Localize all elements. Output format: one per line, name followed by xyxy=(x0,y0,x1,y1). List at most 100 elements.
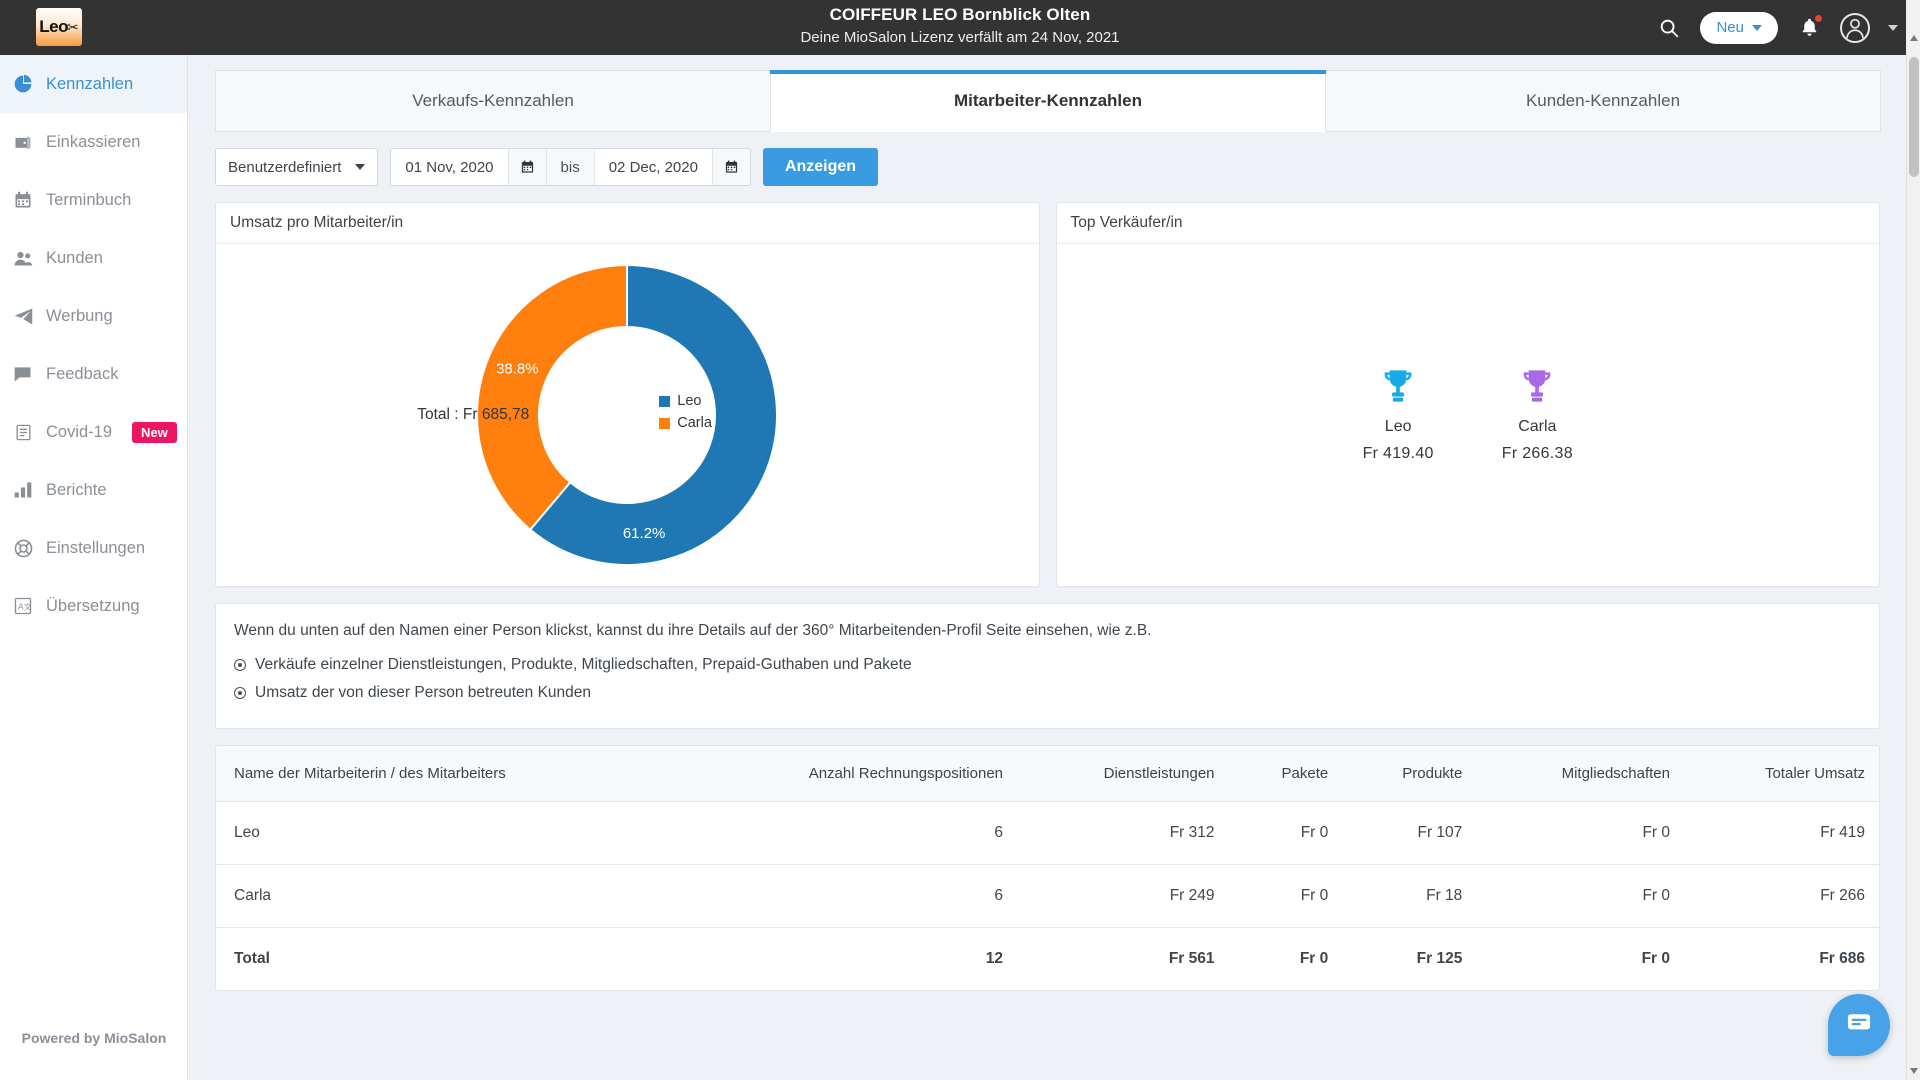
account-chevron-down-icon[interactable] xyxy=(1888,24,1898,31)
chat-bubble-button[interactable] xyxy=(1828,994,1890,1056)
top-bar: Leo ✂ COIFFEUR LEO Bornblick Olten Deine… xyxy=(0,0,1920,55)
top-seller-leo[interactable]: Leo Fr 419.40 xyxy=(1363,367,1434,463)
date-range-value: Benutzerdefiniert xyxy=(228,158,342,176)
table-row[interactable]: Carla 6 Fr 249 Fr 0 Fr 18 Fr 0 Fr 266 xyxy=(216,864,1879,928)
svg-text:文: 文 xyxy=(24,601,32,611)
date-range-group: 01 Nov, 2020 bis 02 Dec, 2020 xyxy=(390,148,751,186)
column-header-positions[interactable]: Anzahl Rechnungspositionen xyxy=(678,746,1018,802)
staff-metrics-table: Name der Mitarbeiterin / des Mitarbeiter… xyxy=(216,746,1879,990)
cell-products: Fr 107 xyxy=(1342,801,1477,865)
sidebar-item-label: Feedback xyxy=(46,364,119,383)
top-seller-amount: Fr 419.40 xyxy=(1362,445,1434,462)
column-header-total[interactable]: Totaler Umsatz xyxy=(1684,746,1879,802)
cell-memberships: Fr 0 xyxy=(1476,801,1684,865)
sidebar-item-kunden[interactable]: Kunden xyxy=(0,229,187,287)
chat-bubble-icon xyxy=(1845,1009,1873,1042)
table-header-row: Name der Mitarbeiterin / des Mitarbeiter… xyxy=(216,746,1879,802)
app-logo[interactable]: Leo ✂ xyxy=(36,8,82,46)
pie-chart-icon xyxy=(12,73,34,95)
cell-name[interactable]: Leo xyxy=(216,801,679,865)
sidebar-item-uebersetzung[interactable]: A文 Übersetzung xyxy=(0,577,187,635)
cell-products: Fr 18 xyxy=(1342,864,1477,928)
scrollbar-thumb[interactable] xyxy=(1909,57,1919,177)
chevron-down-icon xyxy=(1752,24,1762,31)
chart-legend: Leo Carla xyxy=(659,393,712,437)
column-header-products[interactable]: Produkte xyxy=(1342,746,1477,802)
sidebar-item-einkassieren[interactable]: Einkassieren xyxy=(0,113,187,171)
avatar[interactable] xyxy=(1840,12,1870,43)
column-header-memberships[interactable]: Mitgliedschaften xyxy=(1476,746,1684,802)
sidebar-item-label: Berichte xyxy=(46,480,107,499)
cell-memberships: Fr 0 xyxy=(1476,864,1684,928)
license-notice: Deine MioSalon Lizenz verfällt am 24 Nov… xyxy=(800,29,1120,46)
sidebar-footer: Powered by MioSalon xyxy=(21,1030,167,1046)
table-row[interactable]: Leo 6 Fr 312 Fr 0 Fr 107 Fr 0 Fr 419 xyxy=(216,801,1879,865)
info-panel: Wenn du unten auf den Namen einer Person… xyxy=(215,603,1880,729)
sidebar-item-label: Übersetzung xyxy=(46,596,140,615)
sidebar-item-terminbuch[interactable]: Terminbuch xyxy=(0,171,187,229)
donut-chart[interactable]: 61.2% 38.8% Total : Fr 685,78 Leo Carla xyxy=(216,244,1039,586)
bell-icon[interactable] xyxy=(1796,13,1823,41)
clipboard-icon xyxy=(12,421,34,443)
sidebar: Kennzahlen Einkassieren Terminbuch Kunde… xyxy=(0,55,188,1080)
top-sellers-body: Leo Fr 419.40 Carla Fr 266.38 xyxy=(1057,244,1880,586)
bullet-icon xyxy=(234,659,246,671)
sidebar-item-covid-19[interactable]: Covid-19 New xyxy=(0,403,187,461)
cell-packages: Fr 0 xyxy=(1299,950,1329,967)
cell-name: Total xyxy=(234,950,270,967)
to-date-input[interactable]: 02 Dec, 2020 xyxy=(593,149,712,185)
sidebar-item-feedback[interactable]: Feedback xyxy=(0,345,187,403)
sidebar-item-label: Covid-19 xyxy=(46,422,113,441)
sidebar-item-label: Werbung xyxy=(46,306,113,325)
scroll-up-arrow-icon[interactable] xyxy=(1910,35,1918,41)
top-seller-carla[interactable]: Carla Fr 266.38 xyxy=(1502,367,1573,463)
from-date-calendar-icon[interactable] xyxy=(507,149,546,185)
from-date-input[interactable]: 01 Nov, 2020 xyxy=(391,149,508,185)
tab-kunden-kennzahlen[interactable]: Kunden-Kennzahlen xyxy=(1325,70,1881,132)
list-item: Umsatz der von dieser Person betreuten K… xyxy=(234,684,1861,702)
scroll-down-arrow-icon[interactable] xyxy=(1910,1068,1918,1074)
apply-filter-button[interactable]: Anzeigen xyxy=(762,148,879,186)
users-icon xyxy=(12,247,34,269)
sidebar-item-kennzahlen[interactable]: Kennzahlen xyxy=(0,55,187,113)
vertical-scrollbar[interactable] xyxy=(1906,0,1920,1080)
legend-item[interactable]: Carla xyxy=(659,415,712,431)
scrollbar-track-top xyxy=(1906,0,1920,55)
top-sellers-title: Top Verkäufer/in xyxy=(1056,203,1879,244)
notification-dot xyxy=(1814,13,1823,23)
cell-memberships: Fr 0 xyxy=(1641,950,1670,967)
translate-icon: A文 xyxy=(12,595,34,617)
tab-verkaufs-kennzahlen[interactable]: Verkaufs-Kennzahlen xyxy=(215,70,771,132)
column-header-packages[interactable]: Pakete xyxy=(1228,746,1343,802)
legend-item[interactable]: Leo xyxy=(659,393,712,409)
main-content: Verkaufs-Kennzahlen Mitarbeiter-Kennzahl… xyxy=(189,55,1906,1080)
legend-swatch-carla xyxy=(659,417,671,429)
donut-slice-carla[interactable] xyxy=(476,263,629,532)
paper-plane-icon xyxy=(12,305,34,327)
cell-total: Fr 686 xyxy=(1819,950,1865,967)
sidebar-item-werbung[interactable]: Werbung xyxy=(0,287,187,345)
calendar-icon xyxy=(12,189,34,211)
sidebar-item-label: Kunden xyxy=(46,248,103,267)
cell-positions: 6 xyxy=(678,801,1018,865)
trophy-icon xyxy=(1517,370,1557,411)
new-button-label: Neu xyxy=(1716,19,1744,36)
legend-label: Carla xyxy=(677,415,712,431)
cell-positions: 6 xyxy=(678,864,1018,928)
column-header-name[interactable]: Name der Mitarbeiterin / des Mitarbeiter… xyxy=(216,746,679,802)
tab-label: Mitarbeiter-Kennzahlen xyxy=(954,91,1142,110)
sidebar-item-label: Einkassieren xyxy=(46,132,141,151)
date-range-select[interactable]: Benutzerdefiniert xyxy=(215,148,379,186)
sidebar-item-einstellungen[interactable]: Einstellungen xyxy=(0,519,187,577)
lifebuoy-icon xyxy=(12,537,34,559)
to-date-calendar-icon[interactable] xyxy=(711,149,750,185)
cell-positions: 12 xyxy=(985,950,1004,967)
column-header-services[interactable]: Dienstleistungen xyxy=(1017,746,1229,802)
cell-name[interactable]: Carla xyxy=(216,864,679,928)
tab-mitarbeiter-kennzahlen[interactable]: Mitarbeiter-Kennzahlen xyxy=(770,70,1326,132)
sidebar-item-berichte[interactable]: Berichte xyxy=(0,461,187,519)
search-icon[interactable] xyxy=(1656,15,1682,41)
sidebar-item-label: Kennzahlen xyxy=(46,74,134,93)
new-button[interactable]: Neu xyxy=(1700,11,1778,44)
legend-label: Leo xyxy=(677,393,702,409)
